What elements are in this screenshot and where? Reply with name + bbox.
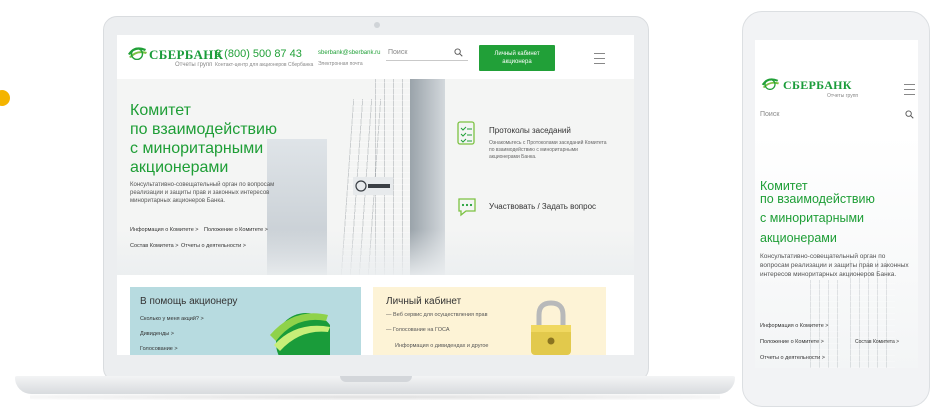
brand-tagline: Отчеты групп <box>175 62 213 68</box>
hero-fade <box>117 229 634 275</box>
card-help-title: В помощь акционеру <box>140 296 238 307</box>
card-shareholder-help: В помощь акционеру Сколько у меня акций?… <box>130 287 361 355</box>
card-cabinet-item-3: Информация о дивидендах и другое <box>395 343 489 349</box>
hero-title-line-3: с миноритарными <box>130 140 264 157</box>
hero-link-info[interactable]: Информация о Комитете > <box>130 227 199 233</box>
mobile-search-icon[interactable] <box>905 110 914 119</box>
mobile-link-info[interactable]: Информация о Комитете > <box>760 323 829 329</box>
hero-title-line-1: Комитет <box>130 102 191 119</box>
header-email[interactable]: sberbank@sberbank.ru <box>318 50 380 56</box>
card-cabinet-item-1-text: Веб сервис для осуществления прав <box>393 312 488 318</box>
mobile-description: Консультативно-совещательный орган по во… <box>760 253 909 278</box>
brand-name[interactable]: СБЕРБАНК <box>149 47 223 63</box>
card-cabinet-title[interactable]: Личный кабинет <box>386 296 461 307</box>
building-sign-icon <box>353 177 393 195</box>
laptop-base-notch <box>340 376 412 382</box>
laptop-shadow <box>30 394 720 400</box>
sberbank-logo-icon <box>128 47 147 60</box>
card-cabinet-item-2: — Голосование на ГОСА <box>386 327 450 333</box>
feature-ask-title[interactable]: Участвовать / Задать вопрос <box>489 202 596 211</box>
hero-title-line-4: акционерами <box>130 159 229 176</box>
card-cabinet-item-2-text: Голосование на ГОСА <box>393 327 450 333</box>
mobile-brand-tagline: Отчеты групп <box>827 93 859 99</box>
mobile-search-input[interactable]: Поиск <box>760 111 779 118</box>
hero-link-reports[interactable]: Отчеты о деятельности > <box>181 243 246 249</box>
search-underline <box>386 60 468 61</box>
card-help-link-dividends[interactable]: Дивиденды > <box>140 331 174 337</box>
site-header: СБЕРБАНК Отчеты групп 8 (800) 500 87 43 … <box>117 35 634 79</box>
hero-description: Консультативно-совещательный орган по во… <box>130 182 275 204</box>
feature-protocols-description: Ознакомьтесь с Протоколами заседаний Ком… <box>489 140 607 160</box>
header-phone-note: Контакт-центр для акционеров Сбербанка <box>215 62 314 68</box>
feature-protocols-title[interactable]: Протоколы заседаний <box>489 126 571 135</box>
mobile-link-reports[interactable]: Отчеты о деятельности > <box>760 355 825 361</box>
header-email-note: Электронная почта <box>318 61 363 67</box>
search-input[interactable]: Поиск <box>388 49 407 56</box>
document-list-icon <box>457 121 475 145</box>
laptop-screen: СБЕРБАНК Отчеты групп 8 (800) 500 87 43 … <box>117 35 634 355</box>
laptop-camera <box>374 22 380 28</box>
mobile-sberbank-logo-icon <box>761 78 780 90</box>
padlock-icon <box>531 300 571 355</box>
decorative-dot <box>0 90 10 106</box>
card-cabinet-item-1: — Веб сервис для осуществления прав <box>386 312 488 318</box>
mobile-link-members[interactable]: Состав Комитета > <box>855 339 899 345</box>
search-icon[interactable] <box>454 48 463 57</box>
mobile-title-line-2: по взаимодействию <box>760 192 875 206</box>
mobile-title-line-1: Комитет <box>760 179 808 193</box>
mobile-brand-name[interactable]: СБЕРБАНК <box>783 78 852 93</box>
card-help-link-shares[interactable]: Сколько у меня акций? > <box>140 316 204 322</box>
mobile-title-line-4: акционерами <box>760 231 837 245</box>
chat-bubble-icon <box>458 198 476 217</box>
header-phone[interactable]: 8 (800) 500 87 43 <box>215 48 302 60</box>
menu-icon[interactable] <box>594 53 605 68</box>
hero-section: Комитет по взаимодействию с миноритарным… <box>117 79 634 275</box>
card-personal-cabinet: Личный кабинет — Веб сервис для осуществ… <box>373 287 606 355</box>
cabinet-button[interactable]: Личный кабинет акционера <box>479 45 555 71</box>
mobile-link-regulation[interactable]: Положение о Комитете > <box>760 339 824 345</box>
sberbank-logo-large-icon <box>270 313 330 355</box>
hero-link-regulation[interactable]: Положение о Комитете > <box>204 227 268 233</box>
hero-link-members[interactable]: Состав Комитета > <box>130 243 178 249</box>
card-help-link-voting[interactable]: Голосование > <box>140 346 178 352</box>
phone-screen: СБЕРБАНК Отчеты групп Поиск Комитет по в… <box>755 40 918 368</box>
mobile-menu-icon[interactable] <box>904 84 915 99</box>
mobile-title-line-3: с миноритарными <box>760 211 865 225</box>
hero-title-line-2: по взаимодействию <box>130 121 277 138</box>
